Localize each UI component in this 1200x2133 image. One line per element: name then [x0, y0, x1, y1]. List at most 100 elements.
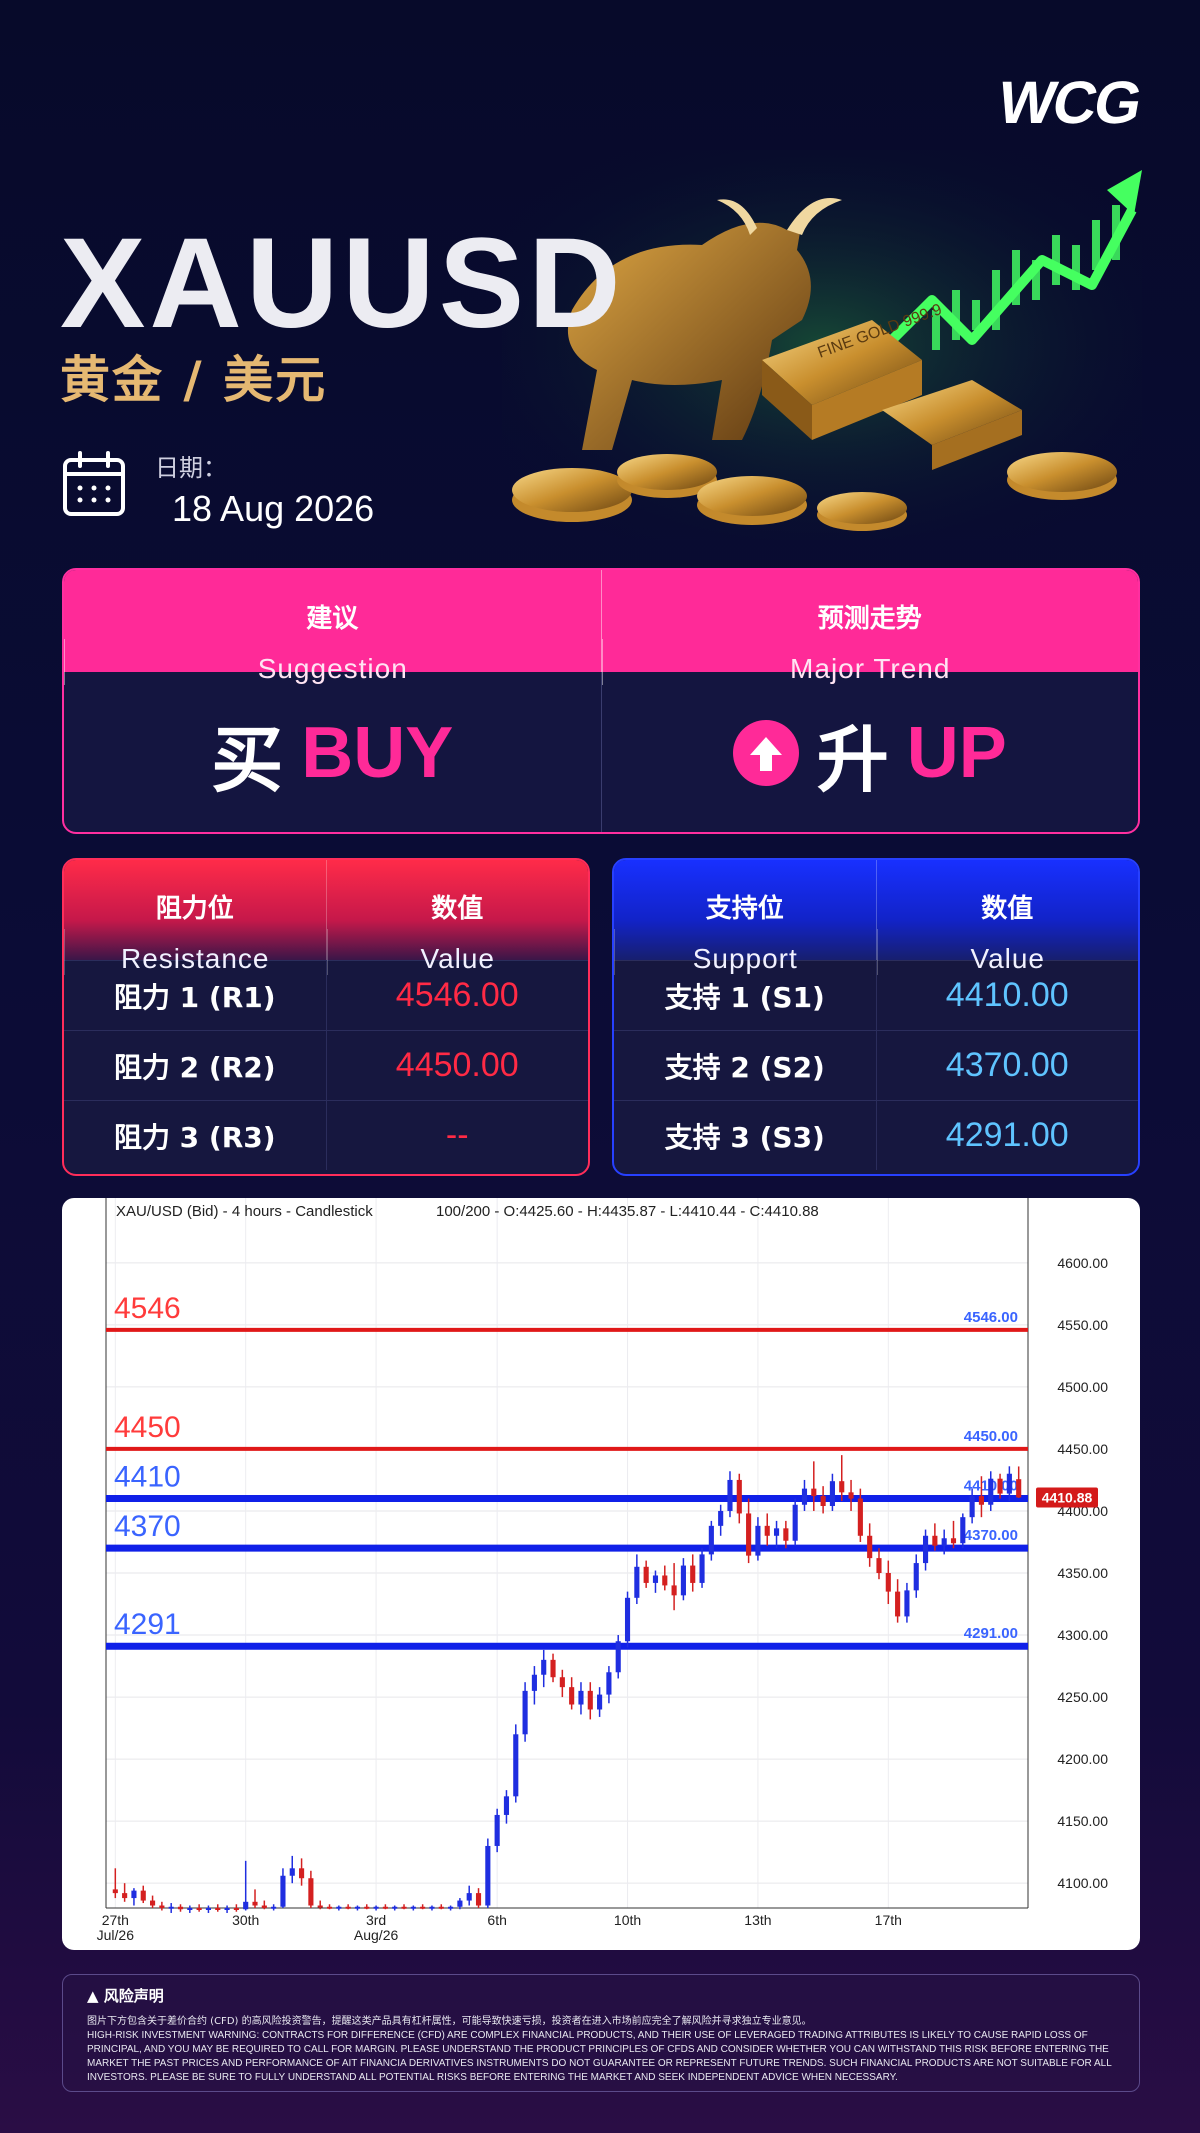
candle-body	[373, 1906, 379, 1909]
trend-value-en: UP	[906, 713, 1007, 793]
disclaimer-en: High-risk investment warning: Contracts …	[87, 2030, 1112, 2083]
suggestion-zh: 建议	[306, 604, 359, 634]
table-row: 阻力 2 (R2) 4450.00	[64, 1030, 588, 1100]
candle-body	[308, 1878, 314, 1906]
candlestick-chart-svg[interactable]: 4600.004550.004500.004450.004400.004350.…	[62, 1198, 1140, 1950]
candle-body	[252, 1901, 258, 1906]
candle-body	[578, 1690, 584, 1705]
candle-body	[364, 1906, 370, 1909]
candle-body	[261, 1905, 267, 1908]
symbol-title: XAUUSD	[60, 212, 625, 355]
candle-body	[522, 1690, 528, 1735]
resistance-table-header: 阻力位 Resistance 数值 Value	[64, 860, 589, 975]
x-tick-label: 3rd	[366, 1912, 386, 1928]
support-header-zh: 支持位	[705, 894, 784, 924]
level-tag: 4291.00	[964, 1625, 1018, 1642]
candle-body	[904, 1590, 910, 1617]
x-tick-sublabel: Aug/26	[354, 1927, 399, 1943]
candle-body	[224, 1908, 230, 1910]
level-label: 4291	[114, 1608, 181, 1641]
candle-body	[755, 1525, 761, 1556]
last-price-text: 4410.88	[1042, 1489, 1093, 1505]
disclaimer-title: ▲ 风险声明	[87, 1985, 1115, 2006]
candle-body	[727, 1479, 733, 1511]
candle-body	[885, 1573, 891, 1592]
candle-body	[829, 1481, 835, 1506]
candle-body	[922, 1535, 929, 1564]
x-tick-label: 17th	[875, 1912, 902, 1928]
level-tag: 4546.00	[964, 1309, 1018, 1326]
candle-body	[131, 1890, 137, 1899]
candle-body	[950, 1538, 957, 1544]
candle-body	[969, 1496, 975, 1518]
table-row: 支持 1 (S1) 4410.00	[614, 960, 1138, 1030]
candle-body	[326, 1906, 333, 1909]
candle-body	[513, 1734, 519, 1797]
candle-body	[773, 1528, 780, 1536]
candle-body	[345, 1906, 351, 1909]
candle-body	[289, 1868, 295, 1876]
support-table-header: 支持位 Support 数值 Value	[614, 860, 1138, 975]
y-tick-label: 4200.00	[1057, 1751, 1108, 1767]
trend-value-zh: 升	[816, 717, 889, 802]
candle-body	[410, 1906, 416, 1909]
value-header-zh: 数值	[981, 894, 1034, 924]
x-tick-label: 27th	[102, 1912, 129, 1928]
candle-body	[420, 1906, 426, 1909]
resistance-value: --	[325, 1101, 589, 1170]
level-label: 4450	[114, 1411, 181, 1444]
candle-body	[615, 1641, 621, 1673]
support-table: 支持位 Support 数值 Value 支持 1 (S1) 4410.00 支…	[612, 858, 1140, 1176]
support-value: 4410.00	[875, 961, 1139, 1030]
x-tick-label: 13th	[744, 1912, 771, 1928]
candle-body	[382, 1906, 388, 1909]
candle-body	[671, 1585, 677, 1596]
candle-body	[857, 1498, 863, 1536]
candle-body	[215, 1908, 221, 1910]
resistance-label: 阻力 1 (R1)	[113, 980, 276, 1014]
candle-body	[122, 1893, 128, 1899]
disclaimer-title-text: 风险声明	[103, 1987, 164, 2005]
suggestion-header-cell: 建议 Suggestion	[64, 570, 601, 685]
brand-logo: WCG	[993, 69, 1146, 136]
candle-body	[205, 1908, 212, 1910]
candle-body	[168, 1906, 174, 1909]
candle-body	[941, 1538, 947, 1546]
candle-body	[597, 1694, 603, 1710]
table-row: 支持 3 (S3) 4291.00	[614, 1100, 1138, 1170]
candle-body	[680, 1565, 686, 1596]
table-row: 阻力 1 (R1) 4546.00	[64, 960, 588, 1030]
candle-body	[233, 1908, 239, 1910]
candle-body	[159, 1905, 165, 1908]
y-tick-label: 4350.00	[1057, 1565, 1108, 1581]
candle-body	[550, 1659, 556, 1678]
candle-body	[867, 1535, 873, 1559]
candle-body	[187, 1908, 193, 1910]
candle-body	[177, 1906, 184, 1910]
support-label: 支持 3 (S3)	[664, 1120, 825, 1154]
candle-body	[243, 1901, 249, 1910]
price-chart[interactable]: 4600.00 4550.00 4500.00 4450.00 4400.00 4350.…	[62, 1198, 1140, 1950]
value-header-cell: 数值 Value	[325, 860, 589, 975]
y-tick-label: 4550.00	[1057, 1317, 1108, 1333]
level-tag: 4370.00	[964, 1527, 1018, 1544]
candle-body	[140, 1890, 146, 1901]
y-tick-label: 4450.00	[1057, 1441, 1108, 1457]
chart-header-text: XAU/USD (Bid) - 4 hours - Candlestick	[116, 1203, 373, 1220]
candle-body	[783, 1528, 789, 1541]
up-arrow-icon	[732, 720, 799, 786]
candle-body	[839, 1481, 845, 1493]
candle-body	[699, 1554, 705, 1583]
candle-body	[503, 1796, 510, 1815]
candle-body	[652, 1575, 659, 1583]
candle-body	[801, 1488, 808, 1505]
candle-body	[624, 1597, 631, 1642]
candle-body	[662, 1575, 668, 1586]
y-tick-label: 4300.00	[1057, 1627, 1108, 1643]
candle-body	[150, 1900, 156, 1906]
candle-body	[1016, 1479, 1022, 1498]
x-tick-label: 6th	[487, 1912, 506, 1928]
candle-body	[690, 1565, 696, 1583]
suggestion-value-zh: 买	[211, 717, 284, 802]
candle-body	[392, 1906, 398, 1909]
